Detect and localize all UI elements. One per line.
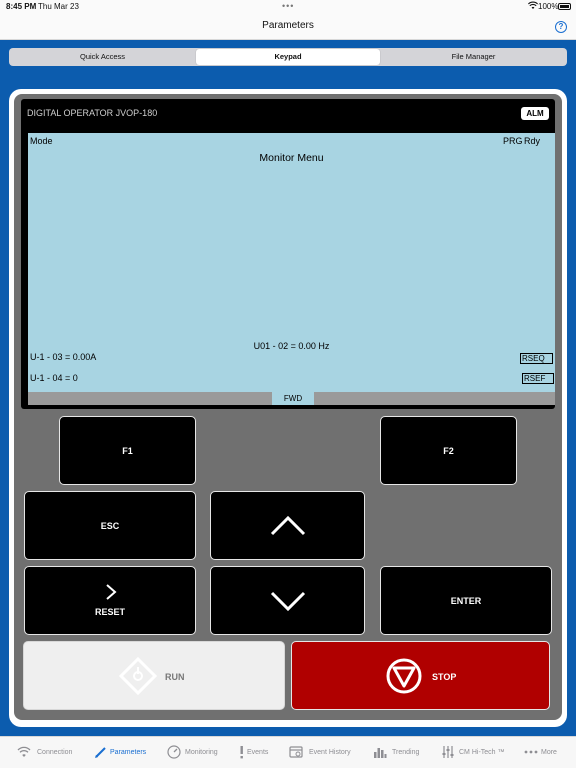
battery-percent: 100% (538, 2, 559, 11)
page-title: Parameters (262, 20, 314, 31)
chevron-up-icon (270, 515, 306, 536)
stop-key-label: STOP (432, 672, 457, 682)
f1-key-label: F1 (122, 446, 133, 456)
lcd-monitor-value: U01 - 02 = 0.00 Hz (253, 341, 330, 351)
lcd-u1-03-value: U-1 - 03 = 0.00A (30, 352, 97, 362)
lcd-prg-label: PRG (503, 136, 523, 146)
run-key[interactable]: RUN (23, 641, 285, 710)
status-date: Thu Mar 23 (38, 2, 79, 11)
run-key-label: RUN (165, 672, 185, 682)
lcd-rdy-label: Rdy (524, 136, 541, 146)
stop-key[interactable]: STOP (291, 641, 550, 710)
stop-circle-icon (386, 658, 422, 694)
f1-key[interactable]: F1 (59, 416, 196, 485)
reset-key[interactable]: RESET (24, 566, 196, 635)
tab-connection-label: Connection (37, 749, 73, 756)
status-time: 8:45 PM (6, 2, 37, 11)
main-content: Quick Access Keypad File Manager DIGITAL… (0, 40, 576, 736)
pencil-icon (95, 747, 106, 758)
display-housing: DIGITAL OPERATOR JVOP-180 ALM Mode PRG R… (21, 99, 555, 409)
battery-icon (558, 3, 571, 10)
tab-cm-hi-tech-label: CM Hi-Tech ™ (459, 749, 505, 756)
lcd-u1-04-value: U-1 - 04 = 0 (30, 373, 78, 383)
help-icon[interactable]: ? (555, 21, 567, 33)
lcd-mode-label: Mode (30, 136, 53, 146)
enter-key-label: ENTER (450, 596, 482, 606)
bar-chart-icon (374, 748, 387, 758)
down-arrow-key[interactable] (210, 566, 365, 635)
esc-key-label: ESC (100, 521, 120, 531)
segment-keypad[interactable]: Keypad (196, 49, 380, 65)
chevron-down-icon (270, 591, 306, 612)
alm-badge: ALM (521, 107, 549, 120)
rseq-indicator: RSEQ (520, 353, 553, 364)
enter-key[interactable]: ENTER (380, 566, 552, 635)
multitasking-dots-icon[interactable]: ••• (282, 1, 294, 11)
tab-bar: Connection Parameters Monitoring Events … (0, 736, 576, 768)
digital-operator-panel: DIGITAL OPERATOR JVOP-180 ALM Mode PRG R… (9, 89, 567, 727)
chevron-right-icon (106, 584, 117, 600)
tab-more-label: More (541, 749, 557, 756)
f2-key-label: F2 (443, 446, 454, 456)
wifi-icon (17, 746, 31, 757)
f2-key[interactable]: F2 (380, 416, 517, 485)
segment-quick-access[interactable]: Quick Access (10, 49, 195, 65)
up-arrow-key[interactable] (210, 491, 365, 560)
direction-indicator: FWD (272, 392, 314, 405)
status-bar: 8:45 PM Thu Mar 23 ••• 100% (0, 0, 576, 14)
esc-key[interactable]: ESC (24, 491, 196, 560)
tab-parameters-label: Parameters (110, 749, 147, 756)
rsef-indicator: RSEF (522, 373, 554, 384)
segmented-control: Quick Access Keypad File Manager (9, 48, 567, 66)
wifi-status-icon (528, 1, 538, 12)
segment-file-manager[interactable]: File Manager (381, 49, 566, 65)
reset-key-label: RESET (94, 607, 125, 617)
tab-events-label: Events (247, 749, 269, 756)
gauge-icon (167, 745, 181, 759)
history-icon (289, 746, 303, 758)
lcd-screen: Mode PRG Rdy Monitor Menu U01 - 02 = 0.0… (28, 133, 555, 405)
lcd-menu-title: Monitor Menu (259, 152, 324, 164)
tab-monitoring-label: Monitoring (185, 749, 218, 756)
tab-trending-label: Trending (392, 749, 420, 756)
navigation-bar: Parameters ? (0, 14, 576, 40)
device-label: DIGITAL OPERATOR JVOP-180 (27, 108, 158, 118)
sliders-icon (442, 746, 454, 758)
operator-body: DIGITAL OPERATOR JVOP-180 ALM Mode PRG R… (14, 94, 562, 720)
ellipsis-icon (524, 750, 538, 754)
tab-event-history-label: Event History (309, 749, 351, 756)
run-diamond-icon (119, 657, 157, 695)
